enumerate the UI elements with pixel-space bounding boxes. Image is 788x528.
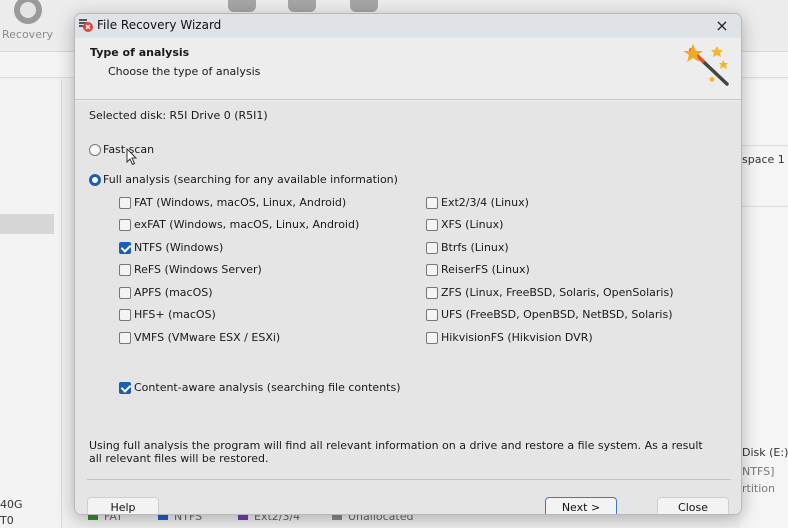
exfat-checkbox[interactable]: exFAT (Windows, macOS, Linux, Android) — [119, 218, 359, 231]
file-recovery-wizard-dialog: File Recovery Wizard × Type of analysis … — [74, 13, 742, 515]
close-button[interactable]: Close — [657, 497, 729, 514]
radio-button-on[interactable] — [89, 173, 101, 186]
checkbox-label: FAT (Windows, macOS, Linux, Android) — [134, 196, 347, 209]
checkbox-label: ReiserFS (Linux) — [441, 263, 530, 276]
next-button[interactable]: Next > — [545, 497, 617, 514]
dialog-title: File Recovery Wizard — [97, 18, 222, 32]
help-button[interactable]: Help — [87, 497, 159, 514]
background-left-panel — [0, 80, 62, 528]
drive-icon[interactable] — [228, 0, 256, 12]
drive-icon[interactable] — [288, 0, 316, 12]
checkbox-label: exFAT (Windows, macOS, Linux, Android) — [134, 218, 360, 231]
checkbox-label: HFS+ (macOS) — [134, 308, 216, 321]
checkbox-unchecked[interactable] — [426, 241, 438, 254]
divider — [740, 206, 788, 207]
checkbox-label: NTFS (Windows) — [134, 241, 224, 254]
checkbox-label: UFS (FreeBSD, OpenBSD, NetBSD, Solaris) — [441, 308, 673, 321]
refs-checkbox[interactable]: ReFS (Windows Server) — [119, 263, 262, 276]
disk-e-label[interactable]: Disk (E:) — [742, 446, 788, 459]
wizard-header: Type of analysis Choose the type of anal… — [75, 38, 741, 100]
checkbox-unchecked[interactable] — [119, 196, 131, 209]
mouse-cursor-icon — [126, 148, 138, 166]
checkbox-unchecked[interactable] — [119, 331, 131, 344]
analysis-description: Using full analysis the program will fin… — [89, 439, 703, 465]
hfs-checkbox[interactable]: HFS+ (macOS) — [119, 308, 216, 321]
magic-wand-icon — [683, 44, 729, 86]
wizard-body: Selected disk: R5I Drive 0 (R5I1) Fast s… — [75, 101, 741, 514]
divider — [740, 145, 788, 146]
checkbox-checked[interactable] — [119, 241, 131, 254]
checkbox-label: HikvisionFS (Hikvision DVR) — [441, 331, 593, 344]
fast-scan-radio[interactable]: Fast scan — [89, 143, 154, 156]
app-icon — [79, 19, 93, 32]
full-analysis-label: Full analysis (searching for any availab… — [103, 173, 398, 186]
recovery-toolbar-button[interactable]: Recovery — [0, 0, 55, 52]
ext-checkbox[interactable]: Ext2/3/4 (Linux) — [426, 196, 529, 209]
checkbox-unchecked[interactable] — [426, 218, 438, 231]
full-analysis-radio[interactable]: Full analysis (searching for any availab… — [89, 173, 398, 186]
checkbox-unchecked[interactable] — [426, 308, 438, 321]
reiserfs-checkbox[interactable]: ReiserFS (Linux) — [426, 263, 530, 276]
btrfs-checkbox[interactable]: Btrfs (Linux) — [426, 241, 509, 254]
checkbox-label: XFS (Linux) — [441, 218, 504, 231]
vmfs-checkbox[interactable]: VMFS (VMware ESX / ESXi) — [119, 331, 280, 344]
step-title: Type of analysis — [90, 46, 190, 59]
checkbox-label: VMFS (VMware ESX / ESXi) — [134, 331, 281, 344]
apfs-checkbox[interactable]: APFS (macOS) — [119, 286, 213, 299]
checkbox-unchecked[interactable] — [119, 308, 131, 321]
disk-size-label: 40G — [0, 498, 23, 511]
fat-checkbox[interactable]: FAT (Windows, macOS, Linux, Android) — [119, 196, 346, 209]
disk-fs-label: NTFS] — [742, 465, 775, 478]
lifebuoy-icon — [13, 0, 42, 24]
hikvisionfs-checkbox[interactable]: HikvisionFS (Hikvision DVR) — [426, 331, 593, 344]
close-icon[interactable]: × — [711, 15, 733, 37]
ntfs-checkbox[interactable]: NTFS (Windows) — [119, 241, 223, 254]
partition-label[interactable]: space 1 — [742, 153, 785, 166]
dialog-titlebar[interactable]: File Recovery Wizard × — [75, 14, 741, 38]
disk-type-label: rtition — [742, 482, 775, 495]
checkbox-label: ZFS (Linux, FreeBSD, Solaris, OpenSolari… — [441, 286, 674, 299]
content-aware-checkbox[interactable]: Content-aware analysis (searching file c… — [119, 381, 401, 394]
drive-icon[interactable] — [350, 0, 378, 12]
radio-button-off[interactable] — [89, 143, 101, 156]
checkbox-checked[interactable] — [119, 381, 131, 394]
checkbox-unchecked[interactable] — [119, 286, 131, 299]
disk-id-label: T0 — [0, 514, 14, 527]
checkbox-label: Content-aware analysis (searching file c… — [134, 381, 401, 394]
checkbox-unchecked[interactable] — [426, 331, 438, 344]
checkbox-unchecked[interactable] — [426, 196, 438, 209]
checkbox-label: APFS (macOS) — [134, 286, 213, 299]
checkbox-label: Ext2/3/4 (Linux) — [441, 196, 529, 209]
checkbox-unchecked[interactable] — [119, 263, 131, 276]
step-subtitle: Choose the type of analysis — [108, 65, 261, 78]
selected-disk-label: Selected disk: R5I Drive 0 (R5I1) — [89, 109, 268, 122]
checkbox-unchecked[interactable] — [426, 286, 438, 299]
background-right-panel — [740, 80, 788, 528]
background-selected-row[interactable] — [0, 214, 54, 234]
recovery-label: Recovery — [1, 28, 53, 41]
xfs-checkbox[interactable]: XFS (Linux) — [426, 218, 503, 231]
checkbox-unchecked[interactable] — [119, 218, 131, 231]
checkbox-unchecked[interactable] — [426, 263, 438, 276]
footer-divider — [87, 479, 731, 480]
ufs-checkbox[interactable]: UFS (FreeBSD, OpenBSD, NetBSD, Solaris) — [426, 308, 673, 321]
checkbox-label: Btrfs (Linux) — [441, 241, 509, 254]
checkbox-label: ReFS (Windows Server) — [134, 263, 262, 276]
zfs-checkbox[interactable]: ZFS (Linux, FreeBSD, Solaris, OpenSolari… — [426, 286, 674, 299]
